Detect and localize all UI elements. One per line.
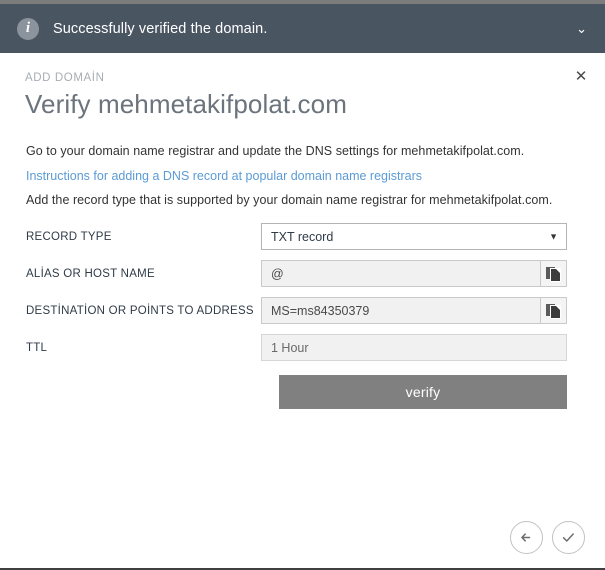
alias-value[interactable]: @ [261, 260, 541, 287]
notification-message: Successfully verified the domain. [53, 20, 268, 37]
dialog-panel: ✕ ADD DOMAİN Verify mehmetakifpolat.com … [0, 53, 605, 568]
chevron-down-icon[interactable]: ⌄ [576, 22, 587, 35]
confirm-button[interactable] [552, 521, 585, 554]
field-alias: @ [261, 260, 567, 287]
field-record-type: TXT record ▼ [261, 223, 567, 250]
page-title: Verify mehmetakifpolat.com [25, 89, 347, 119]
verify-button[interactable]: verify [279, 375, 567, 409]
instruction-text-secondary: Add the record type that is supported by… [26, 193, 553, 207]
field-ttl: 1 Hour [261, 334, 567, 361]
info-icon-glyph: i [25, 19, 31, 36]
form-row-ttl: TTL 1 Hour [0, 334, 605, 371]
checkmark-icon [562, 533, 574, 542]
copy-icon [546, 303, 561, 319]
arrow-left-icon [521, 533, 531, 542]
label-destination-or-points-to-address: DESTİNATİON OR POİNTS TO ADDRESS [26, 305, 254, 317]
instruction-text-primary: Go to your domain name registrar and upd… [26, 144, 525, 158]
copy-icon-alias[interactable] [541, 260, 567, 287]
notification-bar: i Successfully verified the domain. ⌄ [0, 4, 605, 53]
info-icon: i [17, 17, 39, 40]
breadcrumb: ADD DOMAİN [25, 72, 105, 84]
form-row-alias: ALİAS OR HOST NAME @ [0, 260, 605, 297]
ttl-value: 1 Hour [261, 334, 567, 361]
registrar-instructions-link[interactable]: Instructions for adding a DNS record at … [26, 169, 422, 183]
form-row-record-type: RECORD TYPE TXT record ▼ [0, 223, 605, 260]
label-alias-or-host-name: ALİAS OR HOST NAME [26, 268, 155, 280]
back-button[interactable] [510, 521, 543, 554]
add-domain-dialog: i Successfully verified the domain. ⌄ ✕ … [0, 0, 605, 570]
copy-icon-destination[interactable] [541, 297, 567, 324]
record-type-select[interactable]: TXT record ▼ [261, 223, 567, 250]
field-destination: MS=ms84350379 [261, 297, 567, 324]
dns-record-form: RECORD TYPE TXT record ▼ ALİAS OR HOST N… [0, 223, 605, 371]
label-record-type: RECORD TYPE [26, 231, 112, 243]
chevron-down-icon: ▼ [549, 231, 558, 241]
form-row-destination: DESTİNATİON OR POİNTS TO ADDRESS MS=ms84… [0, 297, 605, 334]
destination-value[interactable]: MS=ms84350379 [261, 297, 541, 324]
record-type-value: TXT record [271, 229, 334, 244]
copy-icon [546, 266, 561, 282]
label-ttl: TTL [26, 342, 48, 354]
footer-navigation [510, 521, 585, 554]
close-icon[interactable]: ✕ [570, 65, 592, 87]
